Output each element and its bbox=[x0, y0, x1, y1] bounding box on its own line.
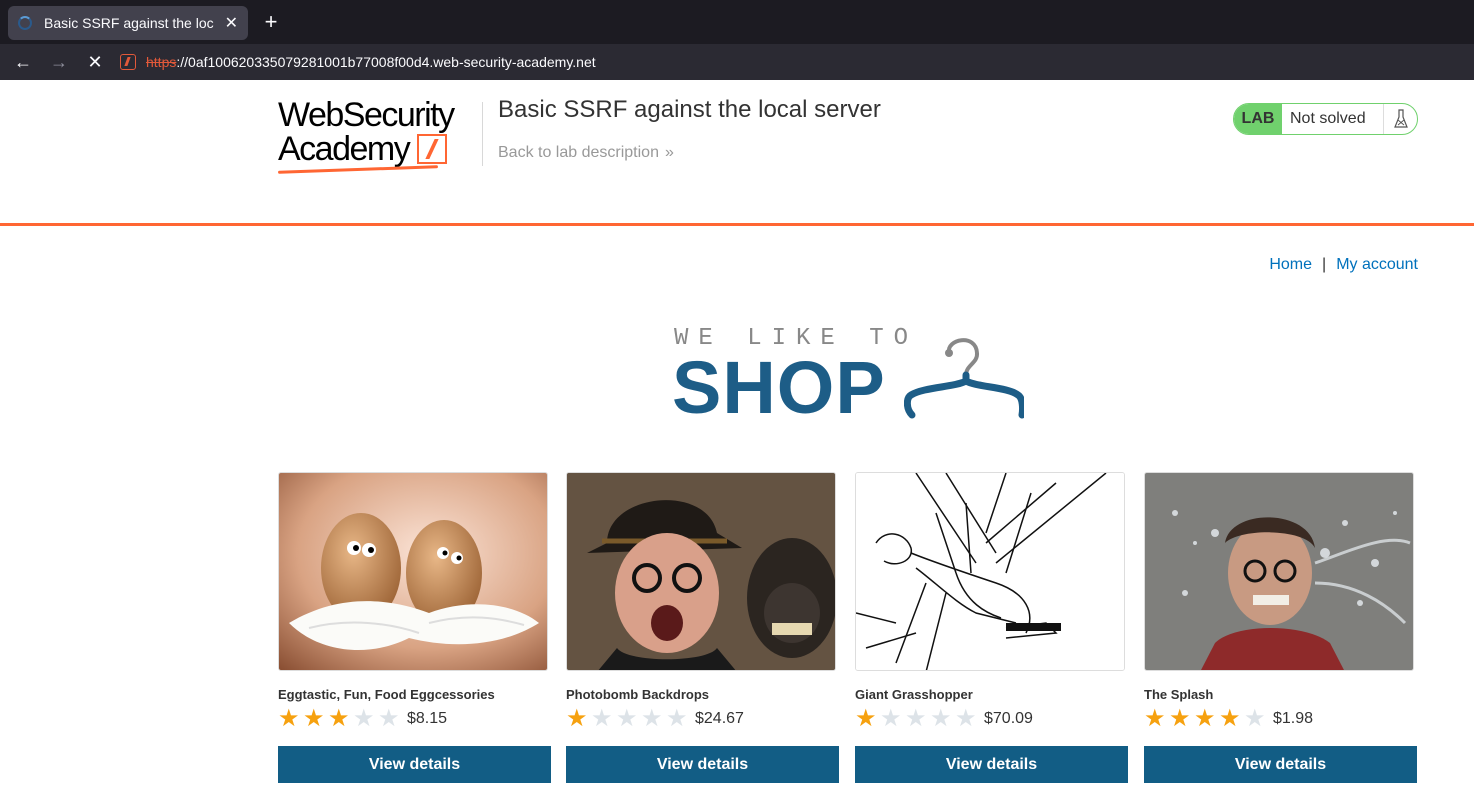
banner-title: SHOP bbox=[672, 346, 886, 429]
product-price: $1.98 bbox=[1273, 710, 1314, 727]
star-icon: ★ bbox=[1194, 705, 1216, 732]
product-card: Giant Grasshopper ★ ★ ★ ★ ★ $70.09 View … bbox=[855, 472, 1128, 784]
star-icon: ★ bbox=[1219, 705, 1241, 732]
star-icon: ★ bbox=[328, 705, 350, 732]
product-rating: ★ ★ ★ ★ ★ $1.98 bbox=[1144, 705, 1417, 732]
star-icon: ★ bbox=[303, 705, 325, 732]
product-name: The Splash bbox=[1144, 687, 1214, 702]
product-rating: ★ ★ ★ ★ ★ $24.67 bbox=[566, 705, 839, 732]
new-tab-button[interactable]: + bbox=[260, 10, 282, 34]
web-security-academy-logo[interactable]: WebSecurity Academy bbox=[277, 96, 478, 176]
back-link-label: Back to lab description bbox=[498, 144, 659, 161]
stop-loading-icon[interactable]: ✕ bbox=[82, 49, 108, 75]
product-image-photobomb bbox=[566, 472, 836, 671]
loading-spinner-icon bbox=[18, 16, 32, 30]
product-price: $8.15 bbox=[407, 710, 448, 727]
logo-text-line1: WebSecurity bbox=[278, 96, 455, 134]
browser-tab-bar: Basic SSRF against the loc ✕ + bbox=[0, 0, 1474, 44]
forward-arrow-icon[interactable]: → bbox=[46, 49, 72, 75]
star-icon: ★ bbox=[666, 705, 688, 732]
lab-status-badge: LAB Not solved bbox=[1233, 103, 1418, 135]
page-content: WebSecurity Academy Basic SSRF against t… bbox=[0, 80, 1474, 799]
product-price: $24.67 bbox=[695, 710, 744, 727]
star-icon: ★ bbox=[591, 705, 613, 732]
lightning-bolt-icon bbox=[417, 134, 448, 164]
star-icon: ★ bbox=[566, 705, 588, 732]
product-grid: Eggtastic, Fun, Food Eggcessories ★ ★ ★ … bbox=[278, 472, 1418, 792]
product-name: Eggtastic, Fun, Food Eggcessories bbox=[278, 687, 495, 702]
view-details-button[interactable]: View details bbox=[855, 746, 1128, 783]
tab-title: Basic SSRF against the loc bbox=[44, 15, 214, 31]
logo-text-line2: Academy bbox=[278, 130, 411, 168]
product-name: Giant Grasshopper bbox=[855, 687, 973, 702]
browser-nav-bar: ← → ✕ https ://0af100620335079281001b770… bbox=[0, 44, 1474, 80]
address-bar[interactable]: https ://0af100620335079281001b77008f00d… bbox=[110, 48, 1460, 76]
product-image-eggs bbox=[278, 472, 548, 671]
flask-icon bbox=[1383, 104, 1417, 134]
double-chevron-right-icon: » bbox=[664, 144, 674, 161]
star-icon: ★ bbox=[1244, 705, 1266, 732]
star-icon: ★ bbox=[955, 705, 977, 732]
product-image-grasshopper bbox=[855, 472, 1125, 671]
lab-status-text: Not solved bbox=[1290, 110, 1366, 127]
star-icon: ★ bbox=[905, 705, 927, 732]
product-image-splash bbox=[1144, 472, 1414, 671]
coat-hanger-icon bbox=[904, 338, 1024, 419]
star-icon: ★ bbox=[378, 705, 400, 732]
nav-separator: | bbox=[1322, 256, 1327, 273]
lab-header: WebSecurity Academy Basic SSRF against t… bbox=[0, 80, 1474, 226]
product-price: $70.09 bbox=[984, 710, 1033, 727]
view-details-button[interactable]: View details bbox=[278, 746, 551, 783]
product-card: The Splash ★ ★ ★ ★ ★ $1.98 View details bbox=[1144, 472, 1417, 784]
product-rating: ★ ★ ★ ★ ★ $70.09 bbox=[855, 705, 1128, 732]
we-like-to-shop-banner: WE LIKE TO SHOP bbox=[672, 325, 1032, 429]
product-card: Photobomb Backdrops ★ ★ ★ ★ ★ $24.67 Vie… bbox=[566, 472, 839, 784]
star-icon: ★ bbox=[616, 705, 638, 732]
account-nav: Home | My account bbox=[1269, 256, 1418, 274]
header-divider bbox=[482, 102, 483, 166]
star-icon: ★ bbox=[278, 705, 300, 732]
star-icon: ★ bbox=[1144, 705, 1166, 732]
insecure-connection-icon[interactable] bbox=[120, 54, 136, 70]
product-rating: ★ ★ ★ ★ ★ $8.15 bbox=[278, 705, 551, 732]
star-icon: ★ bbox=[880, 705, 902, 732]
lab-title: Basic SSRF against the local server bbox=[498, 96, 881, 123]
back-arrow-icon[interactable]: ← bbox=[10, 49, 36, 75]
url-scheme: https bbox=[146, 54, 177, 70]
star-icon: ★ bbox=[353, 705, 375, 732]
view-details-button[interactable]: View details bbox=[566, 746, 839, 783]
my-account-link[interactable]: My account bbox=[1336, 256, 1418, 273]
star-icon: ★ bbox=[1169, 705, 1191, 732]
url-host: ://0af100620335079281001b77008f00d4.web-… bbox=[176, 54, 596, 70]
back-to-lab-description-link[interactable]: Back to lab description » bbox=[498, 144, 674, 162]
lab-label: LAB bbox=[1234, 104, 1282, 134]
product-name: Photobomb Backdrops bbox=[566, 687, 710, 702]
star-icon: ★ bbox=[641, 705, 663, 732]
home-link[interactable]: Home bbox=[1269, 256, 1312, 273]
close-tab-icon[interactable]: ✕ bbox=[225, 13, 238, 33]
star-icon: ★ bbox=[930, 705, 952, 732]
star-icon: ★ bbox=[855, 705, 877, 732]
browser-tab[interactable]: Basic SSRF against the loc ✕ bbox=[8, 6, 248, 40]
view-details-button[interactable]: View details bbox=[1144, 746, 1417, 783]
product-card: Eggtastic, Fun, Food Eggcessories ★ ★ ★ … bbox=[278, 472, 551, 784]
